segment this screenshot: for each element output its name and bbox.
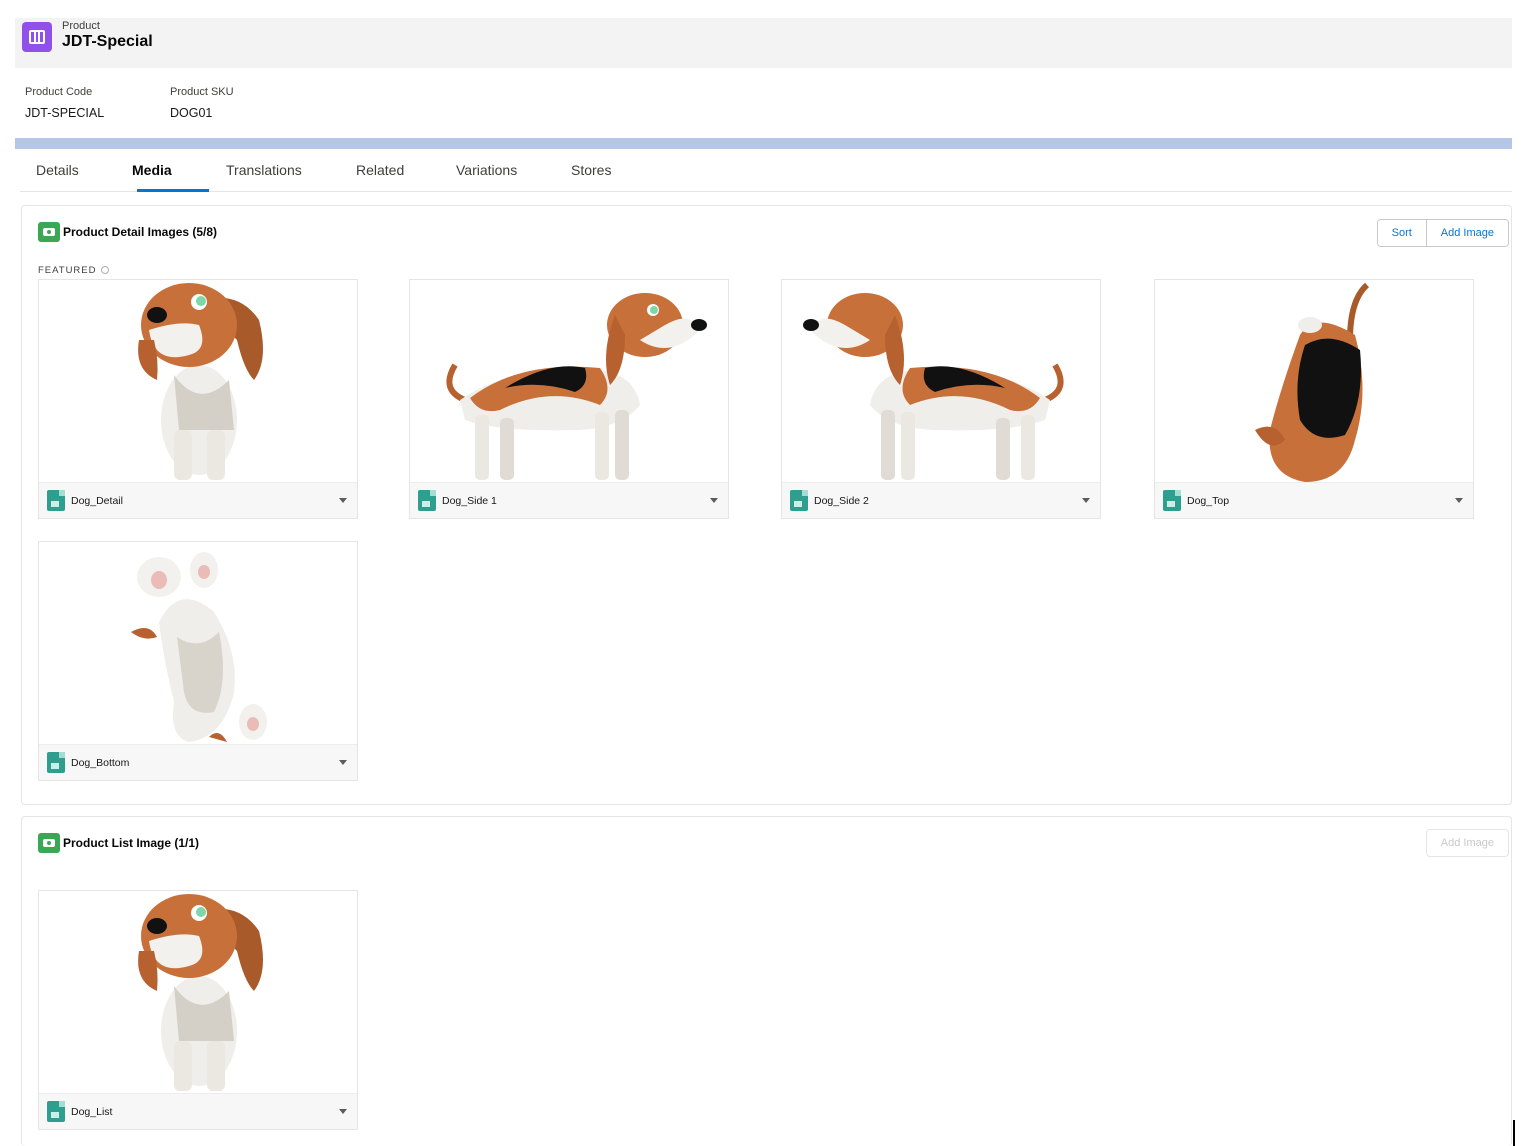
product-list-image-card: Product List Image (1/1) Add Image Dog_L…	[21, 816, 1512, 1146]
object-type-label: Product	[62, 20, 100, 32]
dog-top-image	[1255, 282, 1370, 482]
featured-label: FEATURED	[38, 265, 109, 276]
image-thumbnail[interactable]	[1155, 280, 1473, 482]
image-name: Dog_Detail	[71, 495, 123, 507]
image-file-icon	[47, 490, 65, 511]
tab-media[interactable]: Media	[132, 162, 172, 178]
tab-translations[interactable]: Translations	[226, 162, 302, 178]
image-thumbnail[interactable]	[410, 280, 728, 482]
product-detail-images-card: Product Detail Images (5/8) Sort Add Ima…	[21, 205, 1512, 805]
image-thumbnail[interactable]	[39, 891, 357, 1093]
image-file-icon	[418, 490, 436, 511]
image-tile[interactable]: Dog_List	[38, 890, 358, 1130]
image-file-icon	[1163, 490, 1181, 511]
image-tile[interactable]: Dog_Bottom	[38, 541, 358, 781]
chevron-down-icon[interactable]	[1082, 498, 1090, 503]
field-product-code: Product Code JDT-SPECIAL	[25, 86, 165, 120]
tab-variations[interactable]: Variations	[456, 162, 517, 178]
field-value: DOG01	[170, 106, 213, 120]
image-footer: Dog_Side 1	[410, 482, 728, 518]
image-tile[interactable]: Dog_Side 2	[781, 279, 1101, 519]
image-name: Dog_List	[71, 1106, 113, 1118]
dog-front-image	[138, 894, 263, 1091]
image-name: Dog_Side 2	[814, 495, 869, 507]
tab-details[interactable]: Details	[36, 162, 79, 178]
tab-related[interactable]: Related	[356, 162, 404, 178]
card-title: Product List Image (1/1)	[63, 836, 200, 850]
field-label: Product SKU	[170, 86, 234, 98]
chevron-down-icon[interactable]	[710, 498, 718, 503]
tab-stores[interactable]: Stores	[571, 162, 611, 178]
field-product-sku: Product SKU DOG01	[170, 86, 310, 120]
image-name: Dog_Top	[1187, 495, 1230, 507]
image-tile[interactable]: Dog_Detail	[38, 279, 358, 519]
field-label: Product Code	[25, 86, 93, 98]
image-footer: Dog_Top	[1155, 482, 1473, 518]
image-thumbnail[interactable]	[782, 280, 1100, 482]
featured-text: FEATURED	[38, 265, 97, 276]
media-icon	[38, 833, 60, 853]
image-footer: Dog_Detail	[39, 482, 357, 518]
image-tile[interactable]: Dog_Side 1	[409, 279, 729, 519]
chevron-down-icon[interactable]	[339, 1109, 347, 1114]
image-thumbnail[interactable]	[39, 280, 357, 482]
tab-bar: Details Media Translations Related Varia…	[20, 152, 1512, 192]
product-icon	[22, 22, 52, 52]
image-footer: Dog_List	[39, 1093, 357, 1129]
image-file-icon	[47, 1101, 65, 1122]
sort-button[interactable]: Sort	[1377, 220, 1426, 246]
dog-front-image	[138, 283, 263, 480]
record-header: Product JDT-Special	[15, 18, 1512, 68]
media-icon	[38, 222, 60, 242]
image-thumbnail[interactable]	[39, 542, 357, 744]
add-image-button: Add Image	[1425, 829, 1509, 857]
image-name: Dog_Bottom	[71, 757, 130, 769]
card-title: Product Detail Images (5/8)	[63, 225, 218, 239]
record-title: JDT-Special	[62, 33, 153, 50]
dog-side-right-image	[446, 293, 707, 480]
chevron-down-icon[interactable]	[1455, 498, 1463, 503]
image-tile[interactable]: Dog_Top	[1154, 279, 1474, 519]
dog-bottom-image	[131, 552, 267, 742]
text-cursor	[1513, 1120, 1515, 1146]
image-name: Dog_Side 1	[442, 495, 497, 507]
image-footer: Dog_Side 2	[782, 482, 1100, 518]
image-file-icon	[790, 490, 808, 511]
field-value: JDT-SPECIAL	[25, 106, 105, 120]
chevron-down-icon[interactable]	[339, 760, 347, 765]
image-file-icon	[47, 752, 65, 773]
header-divider	[15, 138, 1512, 149]
add-image-button[interactable]: Add Image	[1425, 220, 1508, 246]
dog-side-left-image	[803, 293, 1064, 480]
card-actions: Sort Add Image	[1376, 219, 1509, 247]
active-tab-indicator	[137, 189, 209, 192]
image-footer: Dog_Bottom	[39, 744, 357, 780]
info-icon[interactable]	[100, 266, 109, 274]
chevron-down-icon[interactable]	[339, 498, 347, 503]
